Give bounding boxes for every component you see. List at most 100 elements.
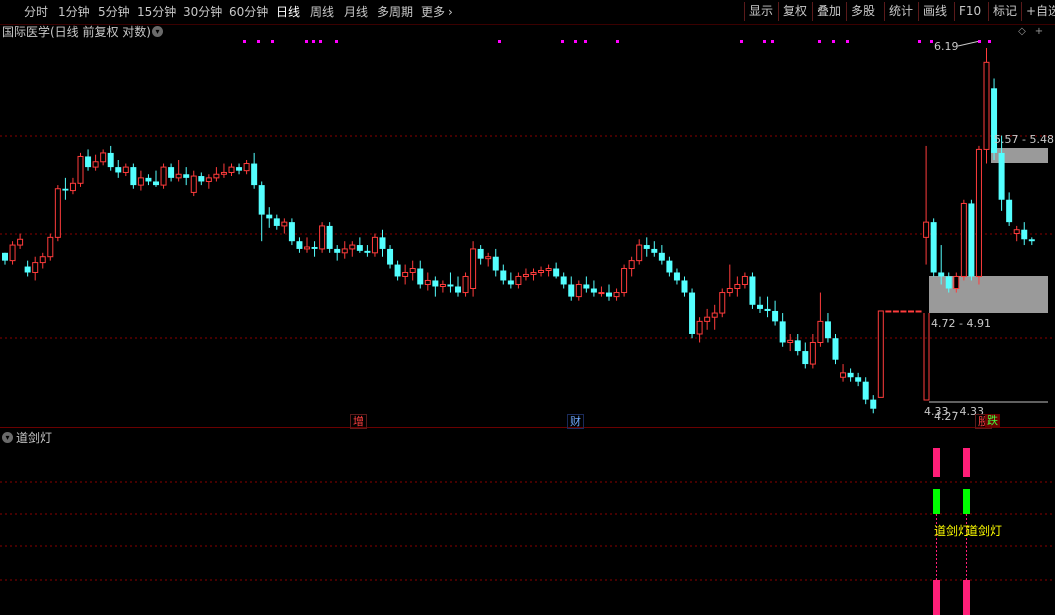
candle-body [575,283,582,298]
candle-body [651,248,658,253]
candle [190,170,197,197]
candle-body [220,171,227,175]
candle-body [696,320,703,335]
candle-body [855,377,862,382]
candle [228,163,235,177]
candle [613,288,620,301]
candle [258,181,265,242]
candle [923,145,930,265]
signal-bar-mid [963,489,970,514]
marker-dot [930,40,933,43]
candle-body [862,381,869,400]
candle [417,260,424,289]
candle [153,170,159,187]
chevron-down-icon[interactable]: ▾ [152,26,163,37]
candle [2,252,8,265]
candle-body [62,188,69,191]
period-tab-more[interactable]: 更多 [421,4,445,20]
candle [1021,222,1028,246]
candle-body [500,270,507,281]
candle-body [205,177,212,182]
candle-body [115,167,122,173]
period-tab-multi[interactable]: 多周期 [377,4,413,20]
candle-body [364,250,371,253]
candle-body [394,264,401,277]
candle [757,296,763,314]
display-button[interactable]: 显示 [744,2,777,21]
candle [402,264,409,285]
candle-body [455,286,461,293]
event-marker-die[interactable]: 跌 [985,414,1000,427]
mark-button[interactable]: 标记 [988,2,1021,21]
candle [741,272,748,289]
candle [530,268,537,281]
kline-chart[interactable] [0,40,1055,428]
candle-body [1013,229,1020,235]
candle-body [439,283,446,287]
period-tab-1min[interactable]: 1分钟 [58,4,90,20]
chevron-right-icon[interactable]: › [448,4,453,20]
candle-body [636,244,643,262]
draw-line-button[interactable]: 画线 [918,2,951,21]
candle [553,262,560,279]
candle [364,245,371,257]
candle-body [349,244,356,250]
candle [636,239,643,265]
candle-body [190,175,197,193]
candle-body [251,163,258,186]
candle-body [779,321,786,343]
candle [24,260,31,277]
high-price-label: 6.19 [934,40,959,53]
event-marker-cai[interactable]: 财 [567,414,584,429]
f10-button[interactable]: F10 [954,2,985,21]
plus-icon[interactable]: + [1034,27,1044,37]
candle [500,264,507,285]
candle [606,284,612,301]
period-tab-monthly[interactable]: 月线 [344,4,368,20]
candle-body [24,266,31,273]
adjust-button[interactable]: 复权 [778,2,811,21]
candle [794,333,801,356]
candle-body [424,279,431,285]
candle-body [734,283,741,290]
candle [575,280,582,301]
chart-title: 国际医学(日线 前复权 对数) [2,25,151,39]
candle-body [107,152,114,168]
period-tab-weekly[interactable]: 周线 [310,4,334,20]
candle [145,174,152,186]
candle-body [741,275,748,285]
candle-body [975,148,982,277]
candle [130,163,137,189]
candle-body [628,260,635,270]
candle [787,333,794,352]
candle [424,272,431,291]
candle [651,241,658,257]
candle [394,260,401,281]
multi-stock-button[interactable]: 多股 [846,2,879,21]
period-tab-daily[interactable]: 日线 [276,4,300,20]
candle [54,185,61,242]
period-tab-15min[interactable]: 15分钟 [137,4,176,20]
period-tab-fenshi[interactable]: 分时 [24,4,48,20]
candle-body [379,237,386,249]
overlay-button[interactable]: 叠加 [812,2,845,21]
candle [515,272,522,289]
event-marker-zeng[interactable]: 增 [350,414,367,429]
candle [17,233,24,249]
candle [824,313,831,343]
statistics-button[interactable]: 统计 [884,2,917,21]
indicator-chart[interactable] [0,428,1055,615]
diamond-icon[interactable]: ◇ [1017,27,1027,37]
period-tab-30min[interactable]: 30分钟 [183,4,222,20]
low-price-label: 4.27 [934,410,959,423]
period-tab-60min[interactable]: 60分钟 [229,4,268,20]
add-watchlist-button[interactable]: +自选 [1021,2,1055,21]
candle [908,310,914,313]
candle-body [326,225,333,249]
period-tab-5min[interactable]: 5分钟 [98,4,130,20]
candle-body [296,241,303,249]
candle [568,276,575,301]
candle-body [130,167,137,186]
candle-body [371,236,378,254]
marker-dot [832,40,835,43]
